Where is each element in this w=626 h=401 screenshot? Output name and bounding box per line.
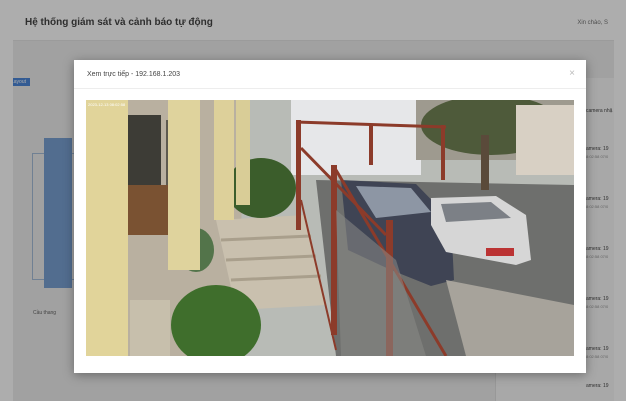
- close-icon[interactable]: ×: [569, 68, 575, 79]
- live-view-modal: Xem trực tiếp - 192.168.1.203 × 2023-12-…: [74, 60, 586, 373]
- camera-live-feed: 2023-12-13 08:02:58: [86, 100, 574, 356]
- camera-timestamp: 2023-12-13 08:02:58: [88, 102, 126, 107]
- modal-title: Xem trực tiếp - 192.168.1.203: [87, 71, 181, 78]
- modal-divider: [74, 88, 586, 89]
- camera-frame-image: [86, 100, 574, 356]
